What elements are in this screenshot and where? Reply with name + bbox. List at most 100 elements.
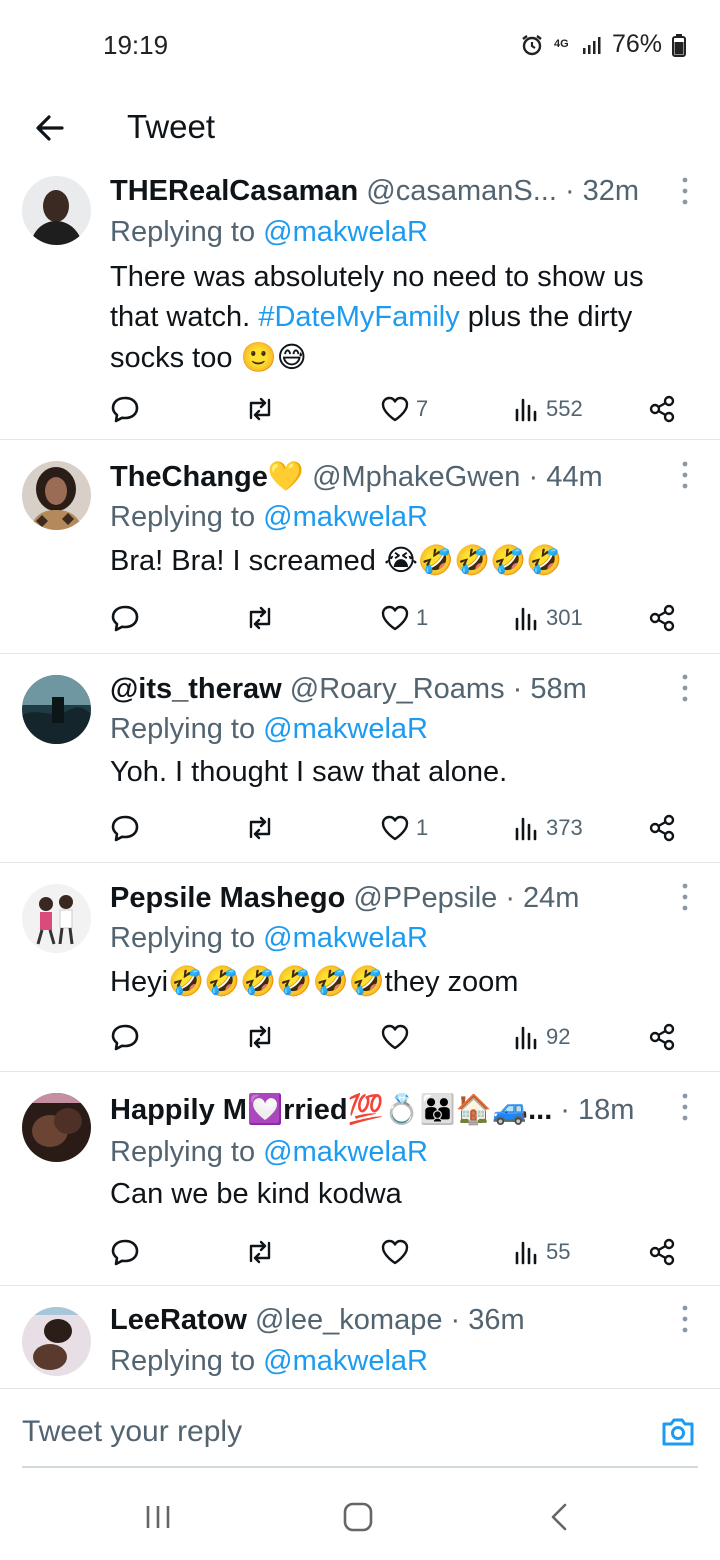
views-button[interactable]: 55: [514, 1234, 570, 1270]
like-button[interactable]: [380, 1234, 416, 1270]
more-options-icon[interactable]: [680, 671, 690, 705]
reply-tweet[interactable]: Pepsile Mashego @PPepsile · 24m Replying…: [0, 863, 720, 1072]
mention-link[interactable]: @makwelaR: [263, 501, 428, 533]
reply-icon: [111, 605, 139, 632]
retweet-button[interactable]: [244, 391, 276, 427]
more-options-icon[interactable]: [680, 1090, 690, 1124]
heart-icon: [381, 815, 409, 841]
views-button[interactable]: 552: [514, 391, 583, 427]
like-count: 1: [416, 605, 429, 630]
camera-button[interactable]: [660, 1415, 696, 1449]
network-4g-icon: 4G: [553, 38, 569, 50]
back-button[interactable]: [30, 108, 70, 148]
like-button[interactable]: 1: [380, 600, 428, 636]
input-underline: [22, 1466, 698, 1468]
hashtag-link[interactable]: #DateMyFamily: [258, 301, 459, 333]
retweet-button[interactable]: [244, 810, 276, 846]
arrow-left-icon: [36, 115, 64, 141]
handle-time: @MphakeGwen · 44m: [304, 461, 603, 493]
battery-icon: [672, 33, 686, 57]
retweet-icon: [249, 1240, 271, 1264]
retweet-button[interactable]: [244, 1019, 276, 1055]
battery-percent: 76%: [611, 30, 662, 58]
mention-link[interactable]: @makwelaR: [263, 1136, 428, 1168]
views-icon: [515, 1026, 537, 1050]
reply-button[interactable]: [110, 1234, 140, 1270]
display-name[interactable]: LeeRatow: [110, 1304, 247, 1336]
mention-link[interactable]: @makwelaR: [263, 922, 428, 954]
back-nav-button[interactable]: [545, 1502, 575, 1532]
heart-icon: [381, 396, 409, 422]
app-header: Tweet: [0, 92, 720, 166]
emoji: 🤣🤣🤣🤣🤣🤣: [168, 964, 385, 998]
replying-to: Replying to @makwelaR: [110, 1345, 428, 1377]
share-button[interactable]: [647, 1019, 677, 1055]
avatar[interactable]: [22, 675, 91, 744]
display-name[interactable]: THERealCasaman: [110, 175, 358, 207]
reply-button[interactable]: [110, 600, 140, 636]
handle-time: @casamanS... · 32m: [358, 175, 640, 207]
views-button[interactable]: 373: [514, 810, 583, 846]
replying-to: Replying to @makwelaR: [110, 922, 428, 954]
recent-apps-button[interactable]: [143, 1502, 173, 1532]
more-options-icon[interactable]: [680, 174, 690, 208]
emoji: 🙂😅: [240, 340, 307, 374]
retweet-button[interactable]: [244, 1234, 276, 1270]
mention-link[interactable]: @makwelaR: [263, 1345, 428, 1377]
status-icons: 4G 76%: [520, 30, 686, 59]
tweet-text: Yoh. I thought I saw that alone.: [110, 756, 508, 788]
mention-link[interactable]: @makwelaR: [263, 713, 428, 745]
tweet-actions: 1 373: [110, 810, 690, 846]
display-name[interactable]: Pepsile Mashego: [110, 882, 345, 914]
views-icon: [515, 817, 537, 841]
like-button[interactable]: [380, 1019, 416, 1055]
view-count: 92: [546, 1024, 571, 1049]
views-button[interactable]: 92: [514, 1019, 570, 1055]
display-name[interactable]: TheChange: [110, 461, 268, 493]
retweet-button[interactable]: [244, 600, 276, 636]
reply-tweet[interactable]: THERealCasaman @casamanS... · 32m Replyi…: [0, 166, 720, 440]
view-count: 373: [546, 815, 583, 840]
share-icon: [649, 604, 675, 632]
reply-button[interactable]: [110, 391, 140, 427]
replying-to: Replying to @makwelaR: [110, 1136, 428, 1168]
mention-link[interactable]: @makwelaR: [263, 216, 428, 248]
home-button[interactable]: [343, 1502, 373, 1532]
like-button[interactable]: 7: [380, 391, 428, 427]
reply-icon: [111, 815, 139, 842]
handle-time: @lee_komape · 36m: [246, 1304, 525, 1336]
more-options-icon[interactable]: [680, 880, 690, 914]
display-name[interactable]: @its_theraw: [110, 673, 282, 705]
reply-tweet[interactable]: Happily M💟rried💯💍👪🏠🚙... · 18m Replying t…: [0, 1072, 720, 1286]
more-options-icon[interactable]: [680, 1302, 690, 1336]
share-button[interactable]: [647, 1234, 677, 1270]
reply-tweet[interactable]: LeeRatow @lee_komape · 36m Replying to @…: [0, 1286, 720, 1388]
reply-button[interactable]: [110, 1019, 140, 1055]
heart-icon: [381, 605, 409, 631]
tweet-text: There was absolutely no need to show us …: [110, 261, 644, 374]
reply-button[interactable]: [110, 810, 140, 846]
avatar[interactable]: [22, 884, 91, 953]
retweet-icon: [249, 1025, 271, 1049]
avatar[interactable]: [22, 461, 91, 530]
tweet-text: Can we be kind kodwa: [110, 1178, 402, 1210]
handle-time: @PPepsile · 24m: [345, 882, 580, 914]
more-options-icon[interactable]: [680, 458, 690, 492]
reply-tweet[interactable]: TheChange💛 @MphakeGwen · 44m Replying to…: [0, 440, 720, 654]
tweet-text: Heyi🤣🤣🤣🤣🤣🤣they zoom: [110, 964, 519, 998]
avatar[interactable]: [22, 1307, 91, 1376]
avatar[interactable]: [22, 176, 91, 245]
replies-feed[interactable]: THERealCasaman @casamanS... · 32m Replyi…: [0, 166, 720, 1388]
share-button[interactable]: [647, 600, 677, 636]
display-name[interactable]: Happily M💟rried💯💍👪🏠🚙...: [110, 1094, 552, 1126]
like-button[interactable]: 1: [380, 810, 428, 846]
share-button[interactable]: [647, 391, 677, 427]
reply-input[interactable]: Tweet your reply: [22, 1415, 242, 1449]
avatar[interactable]: [22, 1093, 91, 1162]
views-button[interactable]: 301: [514, 600, 583, 636]
like-count: 7: [416, 396, 429, 421]
reply-tweet[interactable]: @its_theraw @Roary_Roams · 58m Replying …: [0, 654, 720, 863]
share-button[interactable]: [647, 810, 677, 846]
alarm-icon: [522, 34, 542, 55]
heart-icon: [381, 1239, 409, 1265]
